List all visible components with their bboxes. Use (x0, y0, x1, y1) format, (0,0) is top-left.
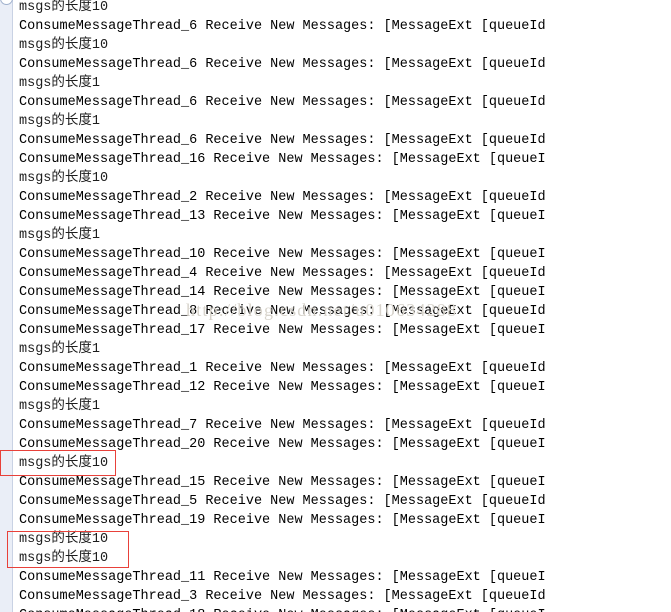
console-output-panel: msgs的长度10 ConsumeMessageThread_6 Receive … (0, 0, 671, 612)
log-line-consume-thread: ConsumeMessageThread_7 Receive New Messa… (19, 418, 546, 433)
log-text-area[interactable]: msgs的长度10 ConsumeMessageThread_6 Receive … (14, 0, 671, 612)
log-line-msg-length: msgs的长度1 (19, 114, 101, 129)
log-line-consume-thread: ConsumeMessageThread_15 Receive New Mess… (19, 475, 546, 490)
log-line-msg-length: msgs的长度10 (19, 38, 109, 53)
log-line-consume-thread: ConsumeMessageThread_6 Receive New Messa… (19, 133, 546, 148)
log-line-consume-thread: ConsumeMessageThread_18 Receive New Mess… (19, 606, 546, 612)
log-line-msg-length: msgs的长度10 (19, 456, 109, 471)
log-line-consume-thread: ConsumeMessageThread_2 Receive New Messa… (19, 190, 546, 205)
log-line-msg-length: msgs的长度10 (19, 532, 109, 547)
editor-gutter (0, 0, 13, 612)
log-line-consume-thread: ConsumeMessageThread_16 Receive New Mess… (19, 152, 546, 167)
log-line-consume-thread: ConsumeMessageThread_19 Receive New Mess… (19, 513, 546, 528)
log-line-msg-length: msgs的长度1 (19, 76, 101, 91)
log-line-msg-length: msgs的长度10 (19, 0, 109, 15)
log-line-consume-thread: ConsumeMessageThread_1 Receive New Messa… (19, 361, 546, 376)
log-line-consume-thread: ConsumeMessageThread_10 Receive New Mess… (19, 247, 546, 262)
log-line-msg-length: msgs的长度1 (19, 399, 101, 414)
log-line-consume-thread: ConsumeMessageThread_6 Receive New Messa… (19, 57, 546, 72)
log-line-consume-thread: ConsumeMessageThread_4 Receive New Messa… (19, 266, 546, 281)
log-line-consume-thread: ConsumeMessageThread_17 Receive New Mess… (19, 323, 546, 338)
log-line-msg-length: msgs的长度10 (19, 551, 109, 566)
log-line-consume-thread: ConsumeMessageThread_6 Receive New Messa… (19, 19, 546, 34)
log-line-consume-thread: ConsumeMessageThread_12 Receive New Mess… (19, 380, 546, 395)
log-line-consume-thread: ConsumeMessageThread_3 Receive New Messa… (19, 589, 546, 604)
log-line-msg-length: msgs的长度1 (19, 342, 101, 357)
log-line-consume-thread: ConsumeMessageThread_13 Receive New Mess… (19, 209, 546, 224)
log-line-msg-length: msgs的长度1 (19, 228, 101, 243)
log-line-consume-thread: ConsumeMessageThread_14 Receive New Mess… (19, 285, 546, 300)
fold-marker-icon[interactable] (0, 0, 13, 5)
log-line-consume-thread: ConsumeMessageThread_11 Receive New Mess… (19, 570, 546, 585)
log-line-consume-thread: ConsumeMessageThread_20 Receive New Mess… (19, 437, 546, 452)
log-line-consume-thread: ConsumeMessageThread_6 Receive New Messa… (19, 95, 546, 110)
log-line-consume-thread: ConsumeMessageThread_8 Receive New Messa… (19, 304, 546, 319)
log-line-consume-thread: ConsumeMessageThread_5 Receive New Messa… (19, 494, 546, 509)
log-line-msg-length: msgs的长度10 (19, 171, 109, 186)
